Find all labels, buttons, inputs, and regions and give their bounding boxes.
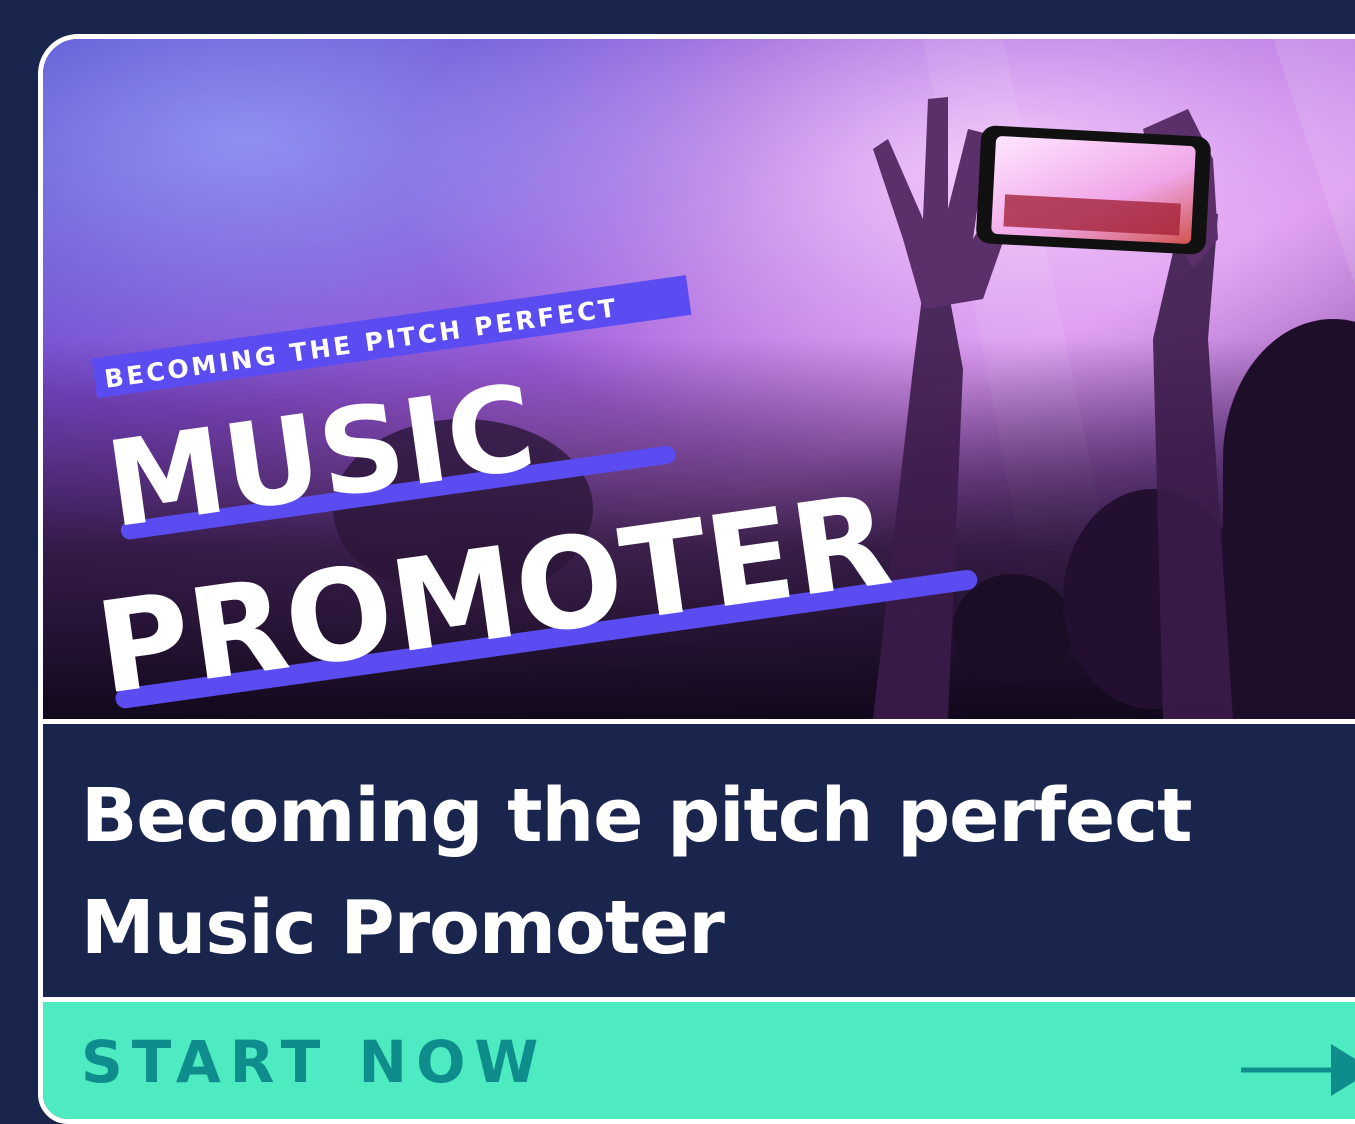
arrow-right-icon xyxy=(1239,1040,1355,1104)
course-card[interactable]: BECOMING THE PITCH PERFECT MUSIC PROMOTE… xyxy=(38,34,1355,1124)
hero-image: BECOMING THE PITCH PERFECT MUSIC PROMOTE… xyxy=(43,39,1355,719)
start-now-label: START NOW xyxy=(81,1028,548,1096)
card-title[interactable]: Becoming the pitch perfect Music Promote… xyxy=(81,760,1331,984)
title-panel: Becoming the pitch perfect Music Promote… xyxy=(43,719,1355,997)
concert-crowd-image: BECOMING THE PITCH PERFECT MUSIC PROMOTE… xyxy=(43,39,1355,719)
start-now-button[interactable]: START NOW xyxy=(43,997,1355,1119)
